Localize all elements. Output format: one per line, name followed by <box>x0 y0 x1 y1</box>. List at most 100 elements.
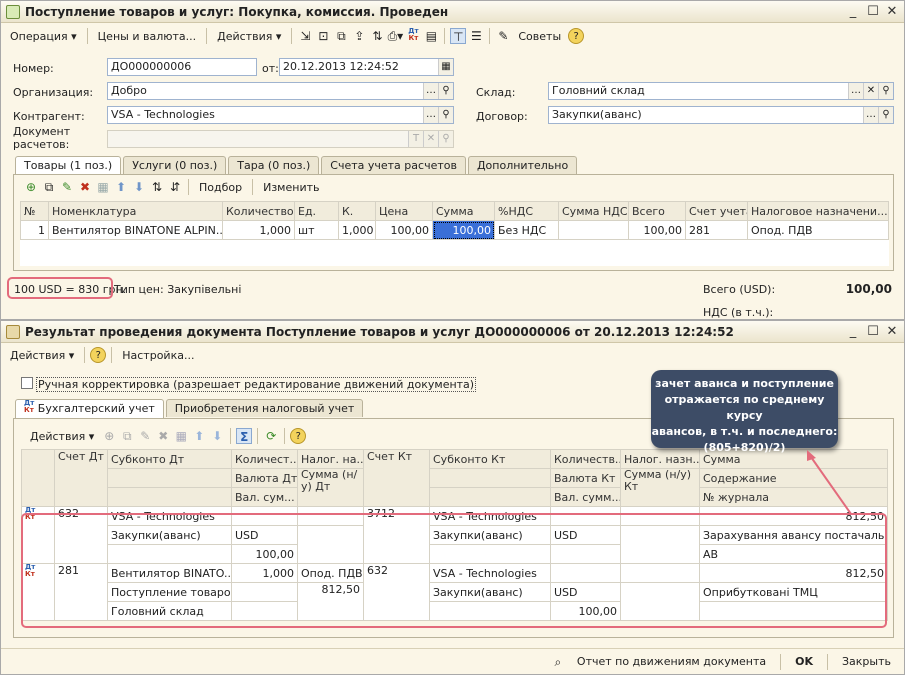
select-ellipsis-icon[interactable]: … <box>423 107 438 123</box>
end-edit-icon[interactable]: ▦ <box>95 179 111 195</box>
settlement-doc-label: Документ расчетов: <box>13 125 70 151</box>
date-label: от: <box>262 62 279 75</box>
counterparty-value: VSA - Technologies <box>111 108 215 121</box>
cell-unit[interactable]: шт <box>294 220 339 240</box>
calendar-icon[interactable]: ▦ <box>438 59 453 75</box>
dt-kt-icon[interactable]: Дт Кт <box>405 28 421 44</box>
pick-button[interactable]: Подбор <box>194 179 247 196</box>
clear-icon[interactable]: ✕ <box>423 131 438 147</box>
add-copy-icon[interactable]: ⧉ <box>41 179 57 195</box>
cell-nomenclature[interactable]: Вентилятор BINATONE ALPIN... <box>48 220 223 240</box>
document-toolbar: Операция ▾ Цены и валюта... Действия ▾ ⇲… <box>1 24 904 48</box>
table-row[interactable]: 1 Вентилятор BINATONE ALPIN... 1,000 шт … <box>20 220 889 240</box>
col-number[interactable]: № <box>20 201 49 221</box>
cell-number[interactable]: 1 <box>20 220 49 240</box>
callout-arrow <box>807 450 852 515</box>
tab-settlement-accounts[interactable]: Счета учета расчетов <box>321 156 466 174</box>
cell-account[interactable]: 281 <box>685 220 748 240</box>
sort-asc-icon[interactable]: ⇅ <box>149 179 165 195</box>
search-icon[interactable]: ⚲ <box>878 83 893 99</box>
type-icon[interactable]: T <box>408 131 423 147</box>
tips-button[interactable]: Советы <box>513 28 566 45</box>
number-field[interactable]: ДО000000006 <box>107 58 257 76</box>
journal-icon[interactable]: ▤ <box>423 28 439 44</box>
operation-menu[interactable]: Операция ▾ <box>5 28 82 45</box>
price-type-text: Тип цен: Закупівельні <box>114 283 242 296</box>
col-quantity[interactable]: Количество <box>222 201 295 221</box>
cell-vat-rate[interactable]: Без НДС <box>494 220 559 240</box>
empty-row <box>21 240 889 266</box>
col-sum[interactable]: Сумма <box>432 201 495 221</box>
col-price[interactable]: Цена <box>375 201 433 221</box>
based-on-icon[interactable]: ⇪ <box>351 28 367 44</box>
change-button[interactable]: Изменить <box>258 179 324 196</box>
movements-report-button[interactable]: Отчет по движениям документа <box>572 653 771 670</box>
col-unit[interactable]: Ед. <box>294 201 339 221</box>
col-nomenclature[interactable]: Номенклатура <box>48 201 223 221</box>
copy-icon[interactable]: ⧉ <box>333 28 349 44</box>
sort-desc-icon[interactable]: ⇵ <box>167 179 183 195</box>
print-icon[interactable]: ⎙▾ <box>387 28 404 44</box>
number-label: Номер: <box>13 62 54 75</box>
post-icon[interactable]: ⇲ <box>297 28 313 44</box>
search-icon[interactable]: ⚲ <box>878 107 893 123</box>
close-icon[interactable]: ✕ <box>883 3 901 20</box>
col-total[interactable]: Всего <box>628 201 686 221</box>
cell-quantity[interactable]: 1,000 <box>222 220 295 240</box>
warehouse-field[interactable]: Головний склад … ✕ ⚲ <box>548 82 894 100</box>
contract-value: Закупки(аванс) <box>552 108 642 121</box>
delete-icon[interactable]: ✖ <box>77 179 93 195</box>
select-ellipsis-icon[interactable]: … <box>423 83 438 99</box>
organization-field[interactable]: Добро … ⚲ <box>107 82 454 100</box>
maximize-icon[interactable]: ☐ <box>864 3 882 20</box>
cell-tax-purpose[interactable]: Опод. ПДВ <box>747 220 889 240</box>
col-vat-sum[interactable]: Сумма НДС <box>558 201 629 221</box>
actions-menu[interactable]: Действия ▾ <box>212 28 286 45</box>
minimize-icon[interactable]: _ <box>844 3 862 20</box>
prices-currency-button[interactable]: Цены и валюта... <box>93 28 201 45</box>
cell-vat-sum[interactable] <box>558 220 629 240</box>
cell-price[interactable]: 100,00 <box>375 220 433 240</box>
add-icon[interactable]: ⊕ <box>23 179 39 195</box>
help-icon[interactable]: ? <box>568 28 585 44</box>
search-icon[interactable]: ⚲ <box>438 131 453 147</box>
goods-table: № Номенклатура Количество Ед. К. Цена Су… <box>20 201 889 266</box>
document-tabs: Товары (1 поз.) Услуги (0 поз.) Тара (0 … <box>15 156 578 175</box>
edit-icon[interactable]: ✎ <box>59 179 75 195</box>
col-account[interactable]: Счет учета <box>685 201 748 221</box>
hierarchy-icon[interactable]: ⊤ <box>450 28 467 44</box>
col-coefficient[interactable]: К. <box>338 201 376 221</box>
contract-field[interactable]: Закупки(аванс) … ⚲ <box>548 106 894 124</box>
date-field[interactable]: 20.12.2013 12:24:52 ▦ <box>279 58 454 76</box>
divider <box>780 653 782 670</box>
report-icon: ⌕ <box>554 654 562 669</box>
tab-packaging[interactable]: Тара (0 поз.) <box>228 156 320 174</box>
settlement-doc-label-line1: Документ <box>13 125 71 138</box>
settlement-doc-field[interactable]: T ✕ ⚲ <box>107 130 454 148</box>
close-button[interactable]: Закрыть <box>837 653 896 670</box>
tab-services[interactable]: Услуги (0 поз.) <box>123 156 227 174</box>
list-icon[interactable]: ☰ <box>468 28 484 44</box>
tab-goods[interactable]: Товары (1 поз.) <box>15 156 122 175</box>
search-icon[interactable]: ⚲ <box>438 107 453 123</box>
cell-total[interactable]: 100,00 <box>628 220 686 240</box>
structure-icon[interactable]: ⇅ <box>369 28 385 44</box>
ok-button[interactable]: OK <box>790 653 818 670</box>
search-icon[interactable]: ⚲ <box>438 83 453 99</box>
divider <box>188 179 189 195</box>
col-vat-rate[interactable]: %НДС <box>494 201 559 221</box>
select-ellipsis-icon[interactable]: … <box>848 83 863 99</box>
tab-additional[interactable]: Дополнительно <box>467 156 578 174</box>
divider <box>206 28 208 44</box>
cell-coefficient[interactable]: 1,000 <box>338 220 376 240</box>
col-tax-purpose[interactable]: Налоговое назначени... <box>747 201 889 221</box>
move-up-icon[interactable]: ⬆ <box>113 179 129 195</box>
move-down-icon[interactable]: ⬇ <box>131 179 147 195</box>
unpost-icon[interactable]: ⊡ <box>315 28 331 44</box>
warehouse-value: Головний склад <box>552 84 645 97</box>
counterparty-field[interactable]: VSA - Technologies … ⚲ <box>107 106 454 124</box>
divider <box>444 28 446 44</box>
select-ellipsis-icon[interactable]: … <box>863 107 878 123</box>
clear-icon[interactable]: ✕ <box>863 83 878 99</box>
cell-sum[interactable]: 100,00 <box>432 220 495 240</box>
